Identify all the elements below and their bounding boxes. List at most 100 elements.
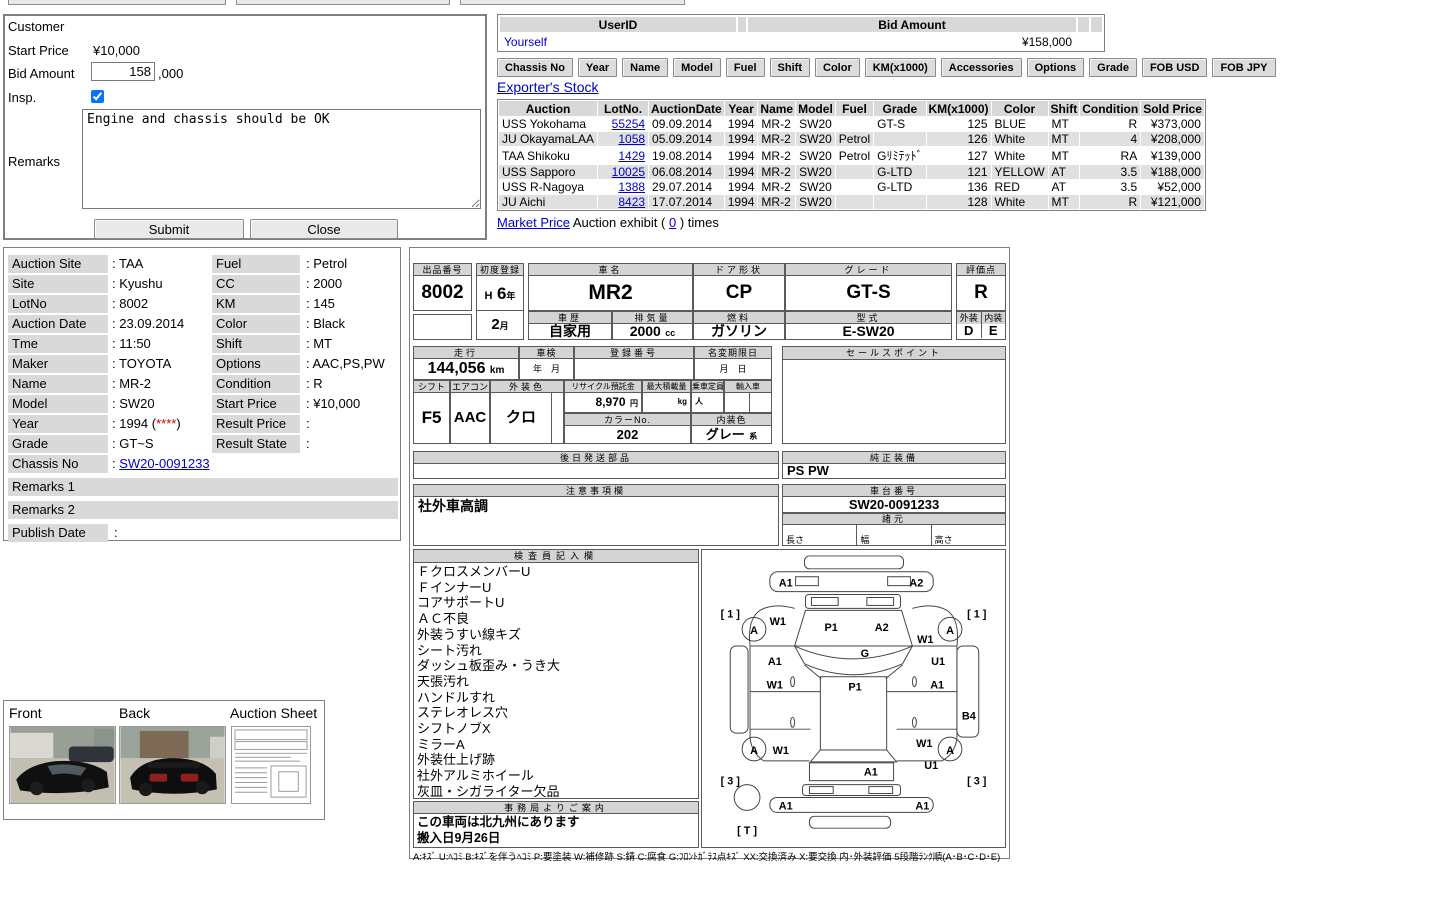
sheet-displacement-header: 排気量 [613, 312, 692, 324]
sheet-notes-header: 注意事項欄 [414, 485, 778, 497]
sheet-shaken-box: 車検 年 月 [519, 346, 574, 380]
lot-link[interactable]: 10025 [612, 165, 645, 179]
history-cell-grade: GT-S [874, 117, 925, 131]
diagram-label: A1 [768, 656, 782, 668]
lot-link[interactable]: 55254 [612, 117, 645, 131]
history-cell-lot: 1429 [598, 147, 648, 164]
history-cell-shift: MT [1049, 195, 1080, 209]
history-cell-shift: MT [1049, 147, 1080, 164]
top-button-3[interactable] [460, 0, 685, 5]
sheet-lot-header: 出品番号 [414, 264, 471, 276]
detail-value: : [306, 435, 310, 453]
close-button[interactable]: Close [250, 219, 398, 239]
sheet-mileage-value: 144,056 [428, 360, 486, 377]
filter-button-accessories[interactable]: Accessories [941, 58, 1022, 77]
lot-link[interactable]: 8423 [618, 195, 645, 209]
history-cell-year: 1994 [725, 165, 758, 179]
filter-button-options[interactable]: Options [1027, 58, 1085, 77]
sheet-recycle-value: 8,970 [596, 395, 626, 409]
remarks2-bar: Remarks 2 [8, 501, 398, 519]
remarks1-bar: Remarks 1 [8, 478, 398, 496]
inspector-note: ＦインナーU [417, 580, 560, 596]
sheet-mileage-unit: km [490, 365, 504, 376]
filter-button-shift[interactable]: Shift [770, 58, 810, 77]
history-cell-color: RED [992, 180, 1048, 194]
exporters-stock-link[interactable]: Exporter's Stock [497, 79, 599, 95]
history-cell-shift: AT [1049, 180, 1080, 194]
history-cell-km: 126 [927, 132, 991, 146]
top-button-1[interactable] [8, 0, 226, 5]
detail-value: : 11:50 [112, 335, 151, 353]
history-row: USS Yokohama5525409.09.20141994MR-2SW20G… [499, 117, 1204, 131]
filter-button-color[interactable]: Color [815, 58, 860, 77]
detail-row: Site: Kyushu [8, 275, 203, 293]
sheet-regno-box: 登録番号 [574, 346, 694, 380]
detail-value: : MT [306, 335, 332, 353]
filter-button-name[interactable]: Name [622, 58, 668, 77]
inspector-note: シフトノブX [417, 721, 560, 737]
detail-value: : SW20 [112, 395, 155, 413]
inspector-note: 外装うすい線キズ [417, 627, 560, 643]
sheet-fuel-value: ガソリン [694, 324, 784, 339]
bidder-name[interactable]: Yourself [500, 34, 736, 49]
history-row: TAA Shikoku142919.08.20141994MR-2SW20Pet… [499, 147, 1204, 164]
history-cell-name: MR-2 [758, 180, 795, 194]
lot-link[interactable]: 1058 [618, 132, 645, 146]
back-photo-label: Back [119, 705, 150, 721]
detail-row: Maker: TOYOTA [8, 355, 203, 373]
diagram-label: W1 [773, 745, 789, 757]
detail-row: CC: 2000 [212, 275, 407, 293]
auction-sheet-thumbnail[interactable] [231, 726, 311, 804]
filter-buttons-row: Chassis No Year Name Model Fuel Shift Color KM(… [497, 58, 1276, 77]
filter-button-fob-jpy[interactable]: FOB JPY [1212, 58, 1275, 77]
sheet-displacement-unit: cc [665, 328, 675, 338]
back-photo[interactable] [119, 726, 226, 804]
lot-link[interactable]: 1388 [618, 180, 645, 194]
sheet-namechange-value: 月 日 [695, 359, 771, 379]
inspector-note: ステレオレス穴 [417, 705, 560, 721]
inspector-note: 社外アルミホイール [417, 768, 560, 784]
bid-amount-input[interactable] [91, 62, 155, 81]
filter-button-grade[interactable]: Grade [1089, 58, 1137, 77]
detail-row: Grade: GT~S [8, 435, 203, 453]
sheet-mileage-box: 走行 144,056 km [413, 346, 519, 380]
insp-checkbox[interactable] [91, 90, 104, 103]
history-cell-km: 121 [927, 165, 991, 179]
detail-row: KM: 145 [212, 295, 407, 313]
diagram-label: A [750, 625, 758, 637]
filter-button-km-x1000-[interactable]: KM(x1000) [865, 58, 936, 77]
history-cell-lot: 55254 [598, 117, 648, 131]
car-damage-diagram: A1A2[ 1 ][ 1 ]W1AAP1A2W1GA1U1W1A1P1B4W1W… [702, 550, 1005, 847]
exhibit-text-prefix: Auction exhibit ( [570, 215, 669, 230]
detail-label: Start Price [212, 395, 300, 413]
sheet-first-reg-box: 初度登録 H 6年 2月 [476, 263, 524, 340]
sheet-namechange-box: 名変期限日 月 日 [694, 346, 772, 380]
lot-link[interactable]: 1429 [618, 149, 645, 163]
sheet-int-value: E [982, 324, 1006, 338]
sheet-genuine-value: PS PW [783, 464, 1005, 478]
filter-button-chassis-no[interactable]: Chassis No [497, 58, 573, 77]
market-price-link[interactable]: Market Price [497, 215, 570, 230]
front-photo[interactable] [9, 726, 116, 804]
history-cell-year: 1994 [725, 195, 758, 209]
filter-button-model[interactable]: Model [673, 58, 721, 77]
top-button-2[interactable] [236, 0, 450, 5]
sheet-ext-color-header: 外装色 [491, 381, 563, 393]
sheet-ext-value: D [957, 324, 982, 338]
detail-row: Chassis No: SW20-0091233 [8, 455, 203, 473]
sheet-dims-header: 諸元 [783, 514, 1005, 525]
sheet-history-value: 自家用 [529, 324, 611, 339]
filter-button-fob-usd[interactable]: FOB USD [1142, 58, 1208, 77]
sheet-mileage-header: 走行 [414, 347, 518, 359]
submit-button[interactable]: Submit [94, 219, 244, 239]
filter-button-fuel[interactable]: Fuel [726, 58, 765, 77]
detail-row: Model: SW20 [8, 395, 203, 413]
remarks-textarea[interactable]: Engine and chassis should be OK [82, 109, 481, 209]
detail-value: : Petrol [306, 255, 347, 273]
history-cell-date: 17.07.2014 [649, 195, 724, 209]
history-cell-model: SW20 [796, 180, 835, 194]
chassis-no-link[interactable]: SW20-0091233 [119, 456, 209, 471]
filter-button-year[interactable]: Year [578, 58, 617, 77]
sheet-ext-int-box: 外装 内装 D E [956, 311, 1006, 340]
history-cell-auction: USS Yokohama [499, 117, 597, 131]
